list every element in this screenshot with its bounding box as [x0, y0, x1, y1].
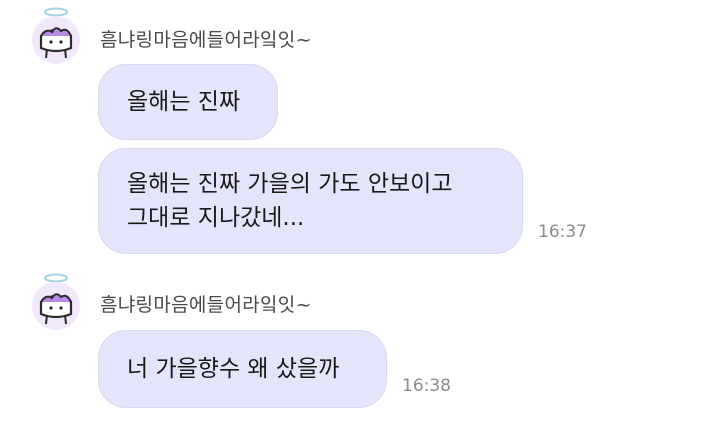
message-bubble[interactable]: 올해는 진짜 — [98, 64, 278, 140]
avatar[interactable] — [30, 272, 82, 334]
message-text: 올해는 진짜 — [127, 89, 241, 115]
message-text-line: 그대로 지나갔네... — [127, 205, 305, 231]
sender-name: 흠냐링마음에들어라잌잇~ — [100, 29, 312, 51]
message-bubble[interactable]: 너 가을향수 왜 샀을까 — [98, 330, 387, 408]
message-text: 너 가을향수 왜 샀을까 — [127, 356, 340, 382]
message-timestamp: 16:38 — [402, 376, 451, 396]
avatar[interactable] — [30, 6, 82, 68]
message-timestamp: 16:37 — [538, 222, 587, 242]
angel-cake-avatar-icon — [32, 273, 80, 330]
sender-name: 흠냐링마음에들어라잌잇~ — [100, 294, 312, 316]
angel-cake-avatar-icon — [32, 7, 80, 64]
message-text-line: 올해는 진짜 가을의 가도 안보이고 — [127, 171, 453, 197]
message-bubble[interactable]: 올해는 진짜 가을의 가도 안보이고 그대로 지나갔네... — [98, 148, 523, 254]
